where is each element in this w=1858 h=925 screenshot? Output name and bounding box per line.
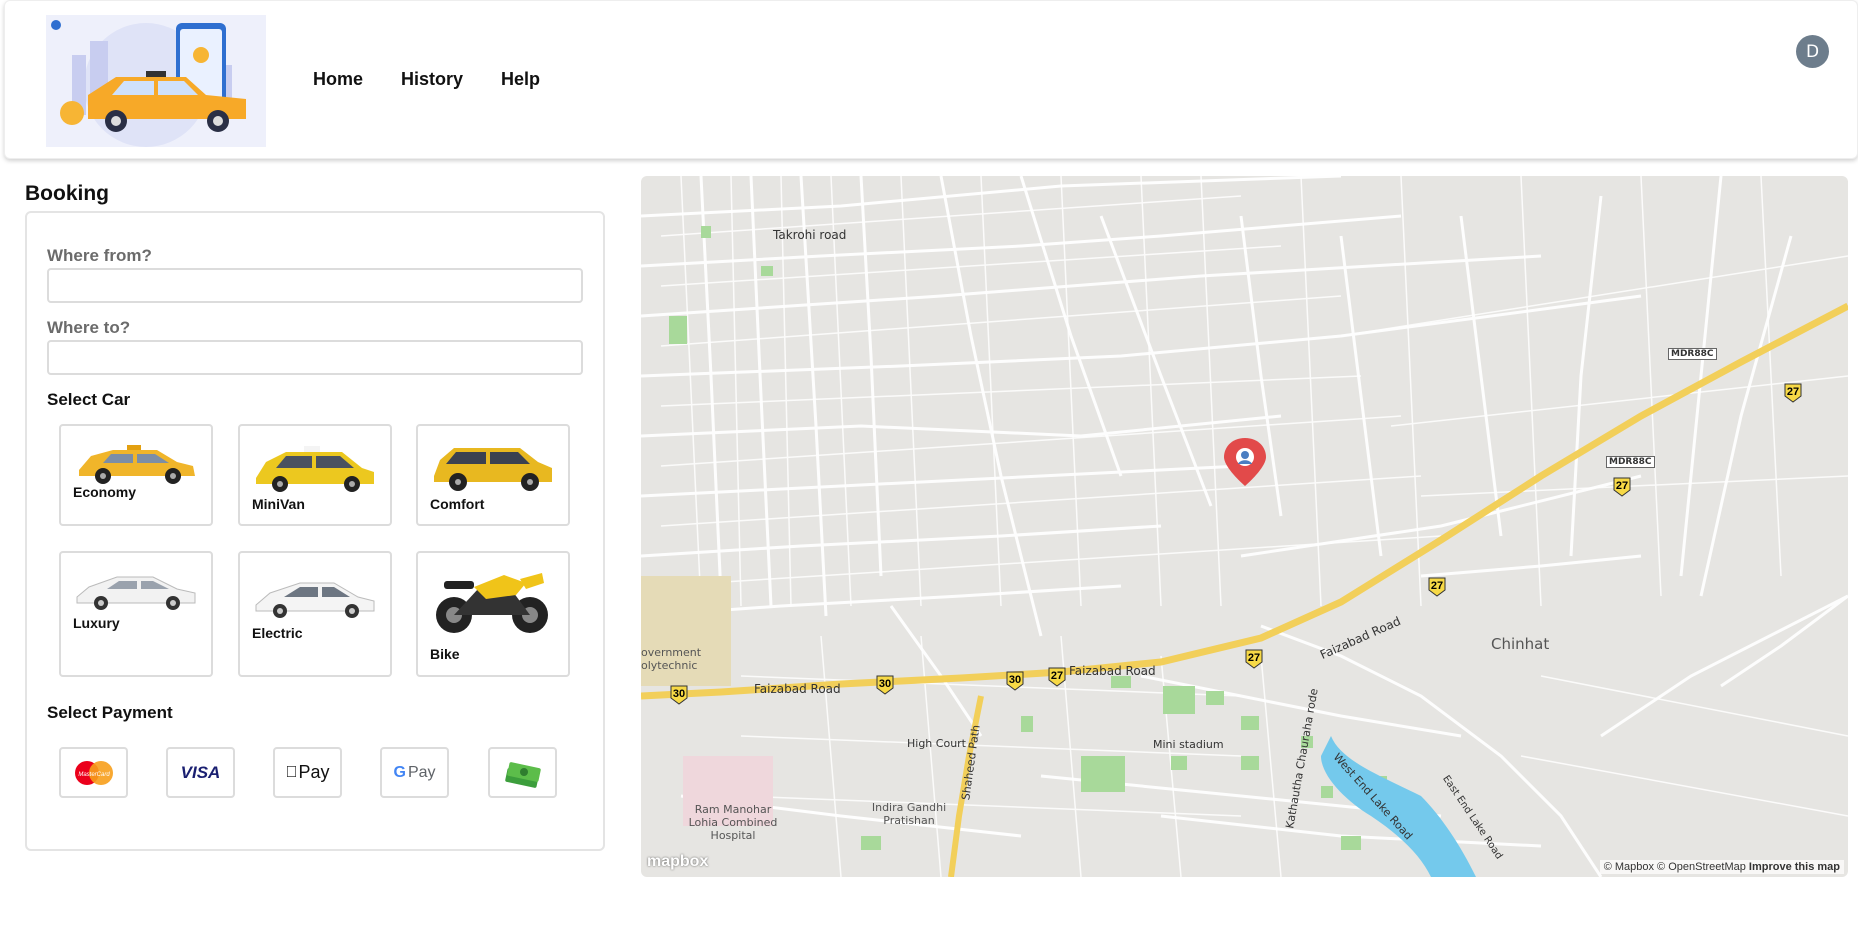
map-attribution: © Mapbox © OpenStreetMap Improve this ma… [1599, 860, 1844, 874]
route-shield-27: 27 [1428, 577, 1446, 597]
route-shield-30: 30 [876, 675, 894, 695]
map-view[interactable]: 30 30 30 27 27 27 27 27 Takrohi road Fai… [641, 176, 1848, 877]
taxi-car-icon [79, 445, 195, 484]
car-option-luxury[interactable]: Luxury [59, 551, 213, 677]
car-name: MiniVan [252, 496, 305, 512]
user-avatar[interactable]: D [1796, 35, 1829, 68]
suv-car-icon [434, 448, 552, 491]
visa-icon: VISA [180, 762, 221, 782]
map-label-chinhat: Chinhat [1491, 635, 1550, 653]
google-pay-icon: G Pay [393, 763, 436, 781]
main-nav: Home History Help [313, 69, 578, 90]
nav-help-link[interactable]: Help [501, 69, 540, 90]
svg-text:27: 27 [1051, 670, 1063, 682]
apple-pay-icon: Pay [285, 762, 329, 782]
svg-text:30: 30 [1009, 674, 1021, 686]
car-name: Electric [252, 625, 303, 641]
svg-text:27: 27 [1248, 652, 1260, 664]
car-name: Bike [430, 646, 460, 662]
car-option-electric[interactable]: Electric [238, 551, 392, 677]
map-label-mini-stadium: Mini stadium [1153, 738, 1224, 751]
map-label-polytechnic: overnment olytechnic [641, 646, 702, 672]
motorbike-icon [436, 573, 548, 633]
car-option-bike[interactable]: Bike [416, 551, 570, 677]
where-from-input[interactable] [47, 268, 583, 303]
select-payment-label: Select Payment [47, 703, 173, 722]
taxi-app-logo[interactable] [46, 15, 266, 147]
payment-option-mastercard[interactable]: MasterCard [59, 747, 128, 798]
booking-title: Booking [25, 182, 109, 205]
select-car-label: Select Car [47, 390, 131, 409]
payment-option-apple-pay[interactable]: Pay [273, 747, 342, 798]
car-option-economy[interactable]: Economy [59, 424, 213, 526]
svg-text:30: 30 [673, 688, 685, 700]
payment-option-cash[interactable] [488, 747, 557, 798]
map-label-mdr88c: MDR88C [1668, 348, 1717, 360]
payment-option-google-pay[interactable]: G Pay [380, 747, 449, 798]
where-to-input[interactable] [47, 340, 583, 375]
map-label-hospital: Ram Manohar Lohia Combined Hospital [688, 803, 778, 842]
route-shield-30: 30 [670, 685, 688, 705]
mastercard-icon: MasterCard [74, 760, 113, 785]
where-to-label: Where to? [47, 318, 131, 337]
mapbox-logo[interactable]: mapbox [647, 853, 708, 871]
car-option-minivan[interactable]: MiniVan [238, 424, 392, 526]
car-name: Luxury [73, 615, 120, 631]
nav-home-link[interactable]: Home [313, 69, 363, 90]
map-attribution-text[interactable]: © Mapbox © OpenStreetMap [1604, 861, 1746, 873]
minivan-car-icon [256, 446, 374, 492]
route-shield-27: 27 [1784, 383, 1802, 403]
car-option-comfort[interactable]: Comfort [416, 424, 570, 526]
map-roads: 30 30 30 27 27 27 27 27 [641, 176, 1848, 877]
map-label-indira-gandhi: Indira Gandhi Pratishan [871, 801, 947, 827]
cash-icon [504, 761, 541, 788]
route-shield-27: 27 [1048, 667, 1066, 687]
payment-option-visa[interactable]: VISA [166, 747, 235, 798]
nav-history-link[interactable]: History [401, 69, 463, 90]
map-label-faizabad: Faizabad Road [754, 682, 841, 696]
svg-text:27: 27 [1431, 580, 1443, 592]
app-header: Home History Help D [4, 0, 1858, 159]
map-label-high-court: High Court [907, 737, 966, 750]
route-shield-27: 27 [1245, 649, 1263, 669]
svg-text:27: 27 [1787, 386, 1799, 398]
where-from-label: Where from? [47, 246, 152, 265]
map-label-takrohi: Takrohi road [773, 228, 847, 242]
map-label-faizabad: Faizabad Road [1069, 664, 1156, 678]
svg-text:MasterCard: MasterCard [78, 772, 110, 778]
svg-text:27: 27 [1616, 480, 1628, 492]
map-label-mdr88c: MDR88C [1606, 456, 1655, 468]
car-name: Comfort [430, 496, 485, 512]
route-shield-27: 27 [1613, 477, 1631, 497]
car-name: Economy [73, 484, 137, 500]
electric-car-icon [255, 582, 375, 618]
improve-map-link[interactable]: Improve this map [1749, 861, 1840, 873]
location-pin-icon[interactable] [1224, 438, 1266, 486]
svg-text:30: 30 [879, 678, 891, 690]
luxury-car-icon [76, 576, 196, 610]
